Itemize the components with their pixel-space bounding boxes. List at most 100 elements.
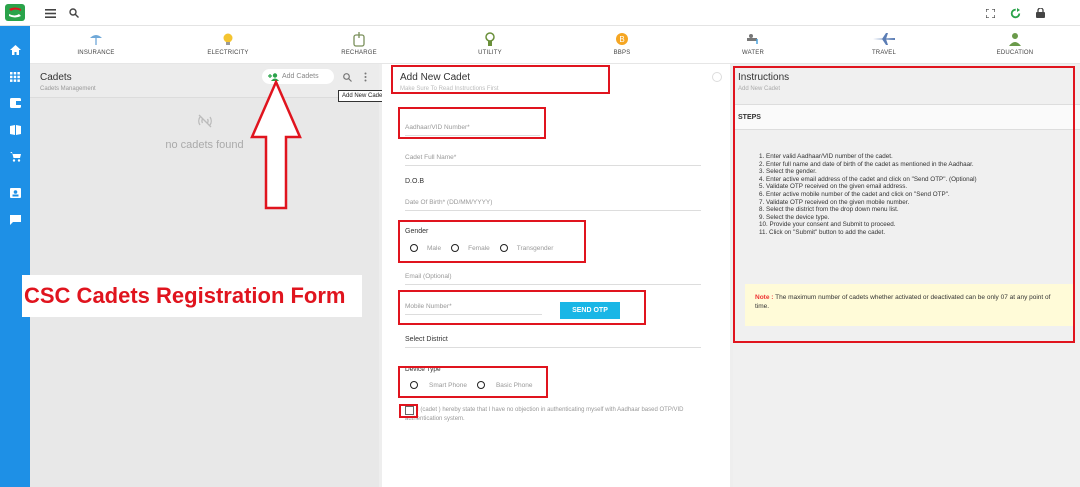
refresh-icon[interactable]	[1007, 5, 1023, 21]
step-item: 10. Provide your consent and Submit to p…	[759, 221, 896, 229]
device-smartphone-radio[interactable]	[410, 381, 418, 389]
email-input[interactable]: Email (Optional)	[405, 269, 701, 285]
category-label: EDUCATION	[996, 50, 1034, 56]
add-cadet-form: Add New Cadet Make Sure To Read Instruct…	[382, 64, 730, 487]
bbps-icon: B	[582, 30, 662, 48]
full-name-input[interactable]: Cadet Full Name*	[405, 150, 701, 166]
note-box: Note : The maximum number of cadets whet…	[745, 284, 1073, 326]
steps-list: 1. Enter valid Aadhaar/VID number of the…	[759, 153, 977, 237]
aadhaar-input[interactable]: Aadhaar/VID Number*	[405, 120, 540, 136]
step-item: 9. Select the device type.	[759, 213, 830, 221]
form-title: Add New Cadet	[400, 72, 471, 83]
education-icon	[975, 30, 1055, 48]
add-cadet-tooltip: Add New Cadet	[338, 90, 389, 102]
dob-input[interactable]: Date Of Birth* (DD/MM/YYYY)	[405, 195, 701, 211]
category-education[interactable]: EDUCATION	[975, 30, 1055, 56]
step-item: 7. Validate OTP received on the given mo…	[759, 198, 910, 206]
more-vert-icon[interactable]	[364, 72, 367, 82]
recharge-icon	[319, 30, 399, 48]
gender-transgender-radio[interactable]	[499, 244, 508, 252]
consent-checkbox[interactable]	[405, 406, 414, 415]
category-label: BBPS	[613, 50, 631, 56]
category-strip: INSURANCE ELECTRICITY RECHARGE UTILITY B…	[30, 26, 1080, 64]
category-utility[interactable]: UTILITY	[450, 30, 530, 56]
device-basicphone-radio[interactable]	[476, 381, 485, 389]
form-subtitle: Make Sure To Read Instructions First	[400, 86, 499, 92]
gender-transgender-label: Transgender	[516, 244, 554, 252]
side-rail	[0, 26, 30, 487]
add-cadets-label: Add Cadets	[282, 73, 319, 80]
empty-state-text: no cadets found	[165, 139, 244, 151]
step-item: 4. Enter active email address of the cad…	[759, 175, 977, 183]
app-logo-icon[interactable]	[5, 4, 25, 21]
district-select[interactable]: Select District	[405, 332, 701, 348]
chat-icon[interactable]	[6, 211, 24, 229]
water-icon	[713, 30, 793, 48]
step-item: 3. Select the gender.	[759, 168, 817, 176]
device-basicphone-label: Basic Phone	[495, 381, 533, 389]
svg-text:B: B	[619, 35, 624, 44]
consent-text: I (cadet ) hereby state that I have no o…	[405, 407, 684, 422]
cart-icon[interactable]	[6, 148, 24, 166]
cadets-subtitle: Cadets Management	[40, 86, 96, 92]
wallet-icon[interactable]	[6, 94, 24, 112]
step-item: 8. Select the district from the drop dow…	[759, 206, 899, 214]
apps-grid-icon[interactable]	[6, 68, 24, 86]
category-electricity[interactable]: ELECTRICITY	[188, 30, 268, 56]
device-smartphone-label: Smart Phone	[429, 381, 467, 389]
bulb-icon	[188, 30, 268, 48]
gender-female-radio[interactable]	[451, 244, 460, 252]
note-text: The maximum number of cadets whether act…	[755, 294, 1051, 310]
gender-label: Gender	[405, 228, 429, 235]
device-radio-group: Smart Phone Basic Phone	[410, 381, 532, 389]
step-item: 11. Click on "Submit" button to add the …	[759, 228, 886, 236]
empty-state: no cadets found	[30, 114, 379, 151]
category-label: ELECTRICITY	[207, 50, 249, 56]
steps-heading: STEPS	[733, 104, 1080, 130]
up-arrow-icon	[250, 80, 302, 210]
plane-icon	[844, 30, 924, 48]
gender-female-label: Female	[468, 244, 490, 252]
fullscreen-icon[interactable]	[982, 5, 998, 21]
category-travel[interactable]: TRAVEL	[844, 30, 924, 56]
category-label: INSURANCE	[77, 50, 115, 56]
device-type-label: Device Type	[405, 366, 441, 373]
send-otp-button[interactable]: SEND OTP	[560, 302, 620, 319]
close-icon[interactable]	[712, 72, 722, 82]
category-recharge[interactable]: RECHARGE	[319, 30, 399, 56]
step-item: 1. Enter valid Aadhaar/VID number of the…	[759, 153, 893, 160]
cadets-title: Cadets	[40, 72, 72, 83]
cadets-header: Cadets Cadets Management Add Cadets	[30, 64, 379, 98]
category-label: TRAVEL	[871, 50, 897, 56]
top-bar	[0, 0, 1080, 26]
step-item: 5. Validate OTP received on the given em…	[759, 183, 908, 191]
lock-icon[interactable]	[1032, 5, 1048, 21]
category-insurance[interactable]: INSURANCE	[56, 30, 136, 56]
category-label: RECHARGE	[341, 50, 377, 56]
category-water[interactable]: WATER	[713, 30, 793, 56]
utility-icon	[450, 30, 530, 48]
instructions-panel: Instructions Add New Cadet STEPS 1. Ente…	[733, 64, 1080, 487]
category-label: UTILITY	[478, 50, 502, 56]
instructions-title: Instructions	[738, 72, 790, 83]
instructions-subtitle: Add New Cadet	[738, 86, 781, 92]
search-icon[interactable]	[66, 5, 82, 21]
note-label: Note :	[755, 294, 774, 301]
no-signal-icon	[197, 114, 212, 128]
menu-icon[interactable]	[42, 5, 58, 21]
contact-card-icon[interactable]	[6, 184, 24, 202]
form-caption: CSC Cadets Registration Form	[22, 275, 362, 317]
insurance-icon	[56, 30, 136, 48]
category-label: WATER	[742, 50, 764, 56]
dob-label: D.O.B	[405, 178, 425, 185]
mobile-input[interactable]: Mobile Number*	[405, 299, 542, 315]
category-bbps[interactable]: B BBPS	[582, 30, 662, 56]
book-icon[interactable]	[6, 121, 24, 139]
home-icon[interactable]	[6, 41, 24, 59]
gender-male-label: Male	[427, 244, 442, 252]
gender-radio-group: Male Female Transgender	[410, 244, 553, 252]
step-item: 2. Enter full name and date of birth of …	[759, 160, 974, 168]
search-icon[interactable]	[343, 73, 352, 82]
gender-male-radio[interactable]	[410, 244, 418, 252]
step-item: 6. Enter active mobile number of the cad…	[759, 190, 950, 198]
